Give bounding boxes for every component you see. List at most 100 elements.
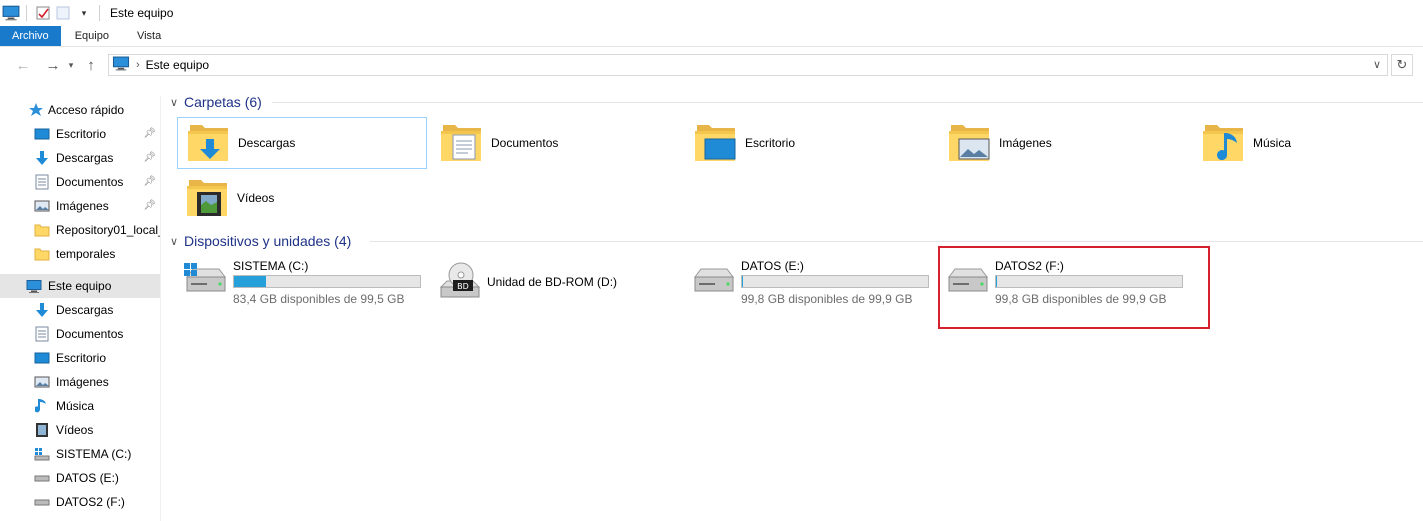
folder-label: Escritorio bbox=[745, 136, 796, 150]
recent-locations-chevron-icon[interactable]: ▾ bbox=[64, 54, 78, 76]
sidebar-item-pc-videos[interactable]: Vídeos bbox=[0, 418, 160, 442]
folder-label: Música bbox=[1253, 136, 1292, 150]
sidebar-item-este-equipo[interactable]: Este equipo bbox=[0, 274, 160, 298]
sidebar-item-label: DATOS (E:) bbox=[56, 471, 119, 485]
drive-name: SISTEMA (C:) bbox=[233, 259, 309, 273]
sidebar-item-label: Imágenes bbox=[56, 199, 109, 213]
sidebar-item-quick-access[interactable]: Acceso rápido bbox=[0, 98, 160, 122]
pin-icon[interactable]: 📌︎ bbox=[143, 176, 156, 187]
folder-tile-escritorio[interactable]: Escritorio bbox=[685, 117, 935, 169]
computer-icon[interactable] bbox=[2, 5, 20, 21]
sidebar-item-pc-escritorio[interactable]: Escritorio bbox=[0, 346, 160, 370]
pictures-icon bbox=[34, 198, 50, 214]
download-icon bbox=[34, 302, 50, 318]
chevron-down-icon[interactable]: ∨ bbox=[170, 96, 178, 109]
document-icon bbox=[34, 174, 50, 190]
sidebar-item-label: Imágenes bbox=[56, 375, 109, 389]
sidebar-item-label: Vídeos bbox=[56, 423, 94, 437]
folder-tile-videos[interactable]: Vídeos bbox=[177, 172, 427, 224]
navigation-pane: Acceso rápido Escritorio 📌︎ Descargas 📌︎… bbox=[0, 96, 161, 521]
sidebar-item-pc-musica[interactable]: Música bbox=[0, 394, 160, 418]
drive-tile-sistema[interactable]: SISTEMA (C:) 83,4 GB disponibles de 99,5… bbox=[177, 253, 427, 313]
folder-label: Vídeos bbox=[237, 191, 275, 205]
desktop-icon bbox=[34, 350, 50, 366]
sidebar-item-label: Repository01_local_ bbox=[56, 223, 160, 237]
new-folder-icon[interactable] bbox=[55, 5, 73, 21]
sidebar-item-temporales[interactable]: temporales bbox=[0, 242, 160, 266]
sidebar-item-label: Descargas bbox=[56, 303, 114, 317]
sidebar-item-label: Acceso rápido bbox=[48, 103, 125, 117]
sidebar-item-label: DATOS2 (F:) bbox=[56, 495, 125, 509]
sidebar-item-pc-sistema[interactable]: SISTEMA (C:) bbox=[0, 442, 160, 466]
sidebar-item-descargas[interactable]: Descargas 📌︎ bbox=[0, 146, 160, 170]
pin-icon[interactable]: 📌︎ bbox=[143, 152, 156, 163]
desktop-folder-icon bbox=[693, 121, 739, 165]
forward-arrow-icon[interactable]: → bbox=[42, 54, 64, 76]
folder-tile-imagenes[interactable]: Imágenes bbox=[939, 117, 1189, 169]
drive-usage-fill bbox=[234, 276, 266, 287]
drive-usage-bar bbox=[741, 275, 929, 288]
drive-icon bbox=[691, 261, 737, 301]
documents-folder-icon bbox=[439, 121, 485, 165]
tab-equipo[interactable]: Equipo bbox=[61, 26, 123, 46]
desktop-icon bbox=[34, 126, 50, 142]
folder-label: Imágenes bbox=[999, 136, 1052, 150]
system-drive-icon bbox=[34, 446, 50, 462]
tab-vista[interactable]: Vista bbox=[123, 26, 175, 46]
folder-tile-documentos[interactable]: Documentos bbox=[431, 117, 681, 169]
drive-free-space: 99,8 GB disponibles de 99,9 GB bbox=[741, 292, 913, 306]
refresh-icon[interactable]: ↻ bbox=[1391, 54, 1413, 76]
folder-label: Descargas bbox=[238, 136, 296, 150]
sidebar-item-label: Documentos bbox=[56, 175, 124, 189]
sidebar-item-pc-datos[interactable]: DATOS (E:) bbox=[0, 466, 160, 490]
address-dropdown-icon[interactable]: ∨ bbox=[1373, 58, 1381, 71]
sidebar-item-label: Descargas bbox=[56, 151, 114, 165]
folder-icon bbox=[34, 222, 50, 238]
drive-icon bbox=[34, 494, 50, 510]
chevron-down-icon[interactable]: ∨ bbox=[170, 235, 178, 248]
back-arrow-icon[interactable]: ← bbox=[12, 54, 34, 76]
pictures-folder-icon bbox=[947, 121, 993, 165]
customize-toolbar-icon[interactable]: ▾ bbox=[75, 5, 93, 21]
sidebar-item-label: Música bbox=[56, 399, 95, 413]
document-icon bbox=[34, 326, 50, 342]
sidebar-item-documentos[interactable]: Documentos 📌︎ bbox=[0, 170, 160, 194]
title-bar: ▾ Este equipo bbox=[0, 0, 1423, 26]
sidebar-item-pc-datos2[interactable]: DATOS2 (F:) bbox=[0, 490, 160, 514]
navigation-bar: ← → ▾ ↑ › Este equipo ∨ ↻ bbox=[0, 50, 1423, 80]
folders-group-header[interactable]: ∨ Carpetas (6) bbox=[170, 92, 262, 112]
tab-archivo[interactable]: Archivo bbox=[0, 26, 61, 46]
system-drive-icon bbox=[183, 261, 229, 301]
drive-tile-bd-rom[interactable]: BD Unidad de BD-ROM (D:) bbox=[431, 253, 681, 313]
videos-folder-icon bbox=[185, 176, 231, 220]
folder-label: Documentos bbox=[491, 136, 559, 150]
computer-icon bbox=[112, 56, 130, 74]
up-arrow-icon[interactable]: ↑ bbox=[80, 54, 102, 76]
computer-icon bbox=[26, 278, 42, 294]
sidebar-item-pc-imagenes[interactable]: Imágenes bbox=[0, 370, 160, 394]
sidebar-item-pc-descargas[interactable]: Descargas bbox=[0, 298, 160, 322]
downloads-folder-icon bbox=[186, 121, 232, 165]
sidebar-item-repository[interactable]: Repository01_local_ bbox=[0, 218, 160, 242]
breadcrumb-este-equipo[interactable]: Este equipo bbox=[146, 58, 209, 72]
group-title: Dispositivos y unidades (4) bbox=[184, 233, 352, 249]
svg-text:BD: BD bbox=[457, 282, 469, 291]
sidebar-item-escritorio[interactable]: Escritorio 📌︎ bbox=[0, 122, 160, 146]
devices-group-header[interactable]: ∨ Dispositivos y unidades (4) bbox=[170, 231, 351, 251]
sidebar-item-label: Escritorio bbox=[56, 351, 107, 365]
properties-icon[interactable] bbox=[35, 5, 53, 21]
drive-tile-datos[interactable]: DATOS (E:) 99,8 GB disponibles de 99,9 G… bbox=[685, 253, 935, 313]
drive-name: Unidad de BD-ROM (D:) bbox=[487, 275, 618, 289]
breadcrumb-chevron-icon[interactable]: › bbox=[136, 59, 140, 71]
highlight-box bbox=[938, 246, 1210, 329]
address-bar[interactable]: › Este equipo ∨ bbox=[108, 54, 1388, 76]
folder-tile-descargas[interactable]: Descargas bbox=[177, 117, 427, 169]
folder-tile-musica[interactable]: Música bbox=[1193, 117, 1413, 169]
sidebar-item-imagenes[interactable]: Imágenes 📌︎ bbox=[0, 194, 160, 218]
pin-icon[interactable]: 📌︎ bbox=[143, 128, 156, 139]
sidebar-item-pc-documentos[interactable]: Documentos bbox=[0, 322, 160, 346]
pin-icon[interactable]: 📌︎ bbox=[143, 200, 156, 211]
music-icon bbox=[34, 398, 50, 414]
sidebar-item-label: SISTEMA (C:) bbox=[56, 447, 132, 461]
sidebar-item-label: temporales bbox=[56, 247, 116, 261]
